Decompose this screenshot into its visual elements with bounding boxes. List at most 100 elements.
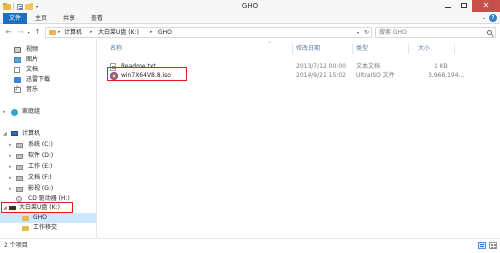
nav-item-computer[interactable]: ◢ 计算机 (0, 129, 96, 139)
tab-view[interactable]: 查看 (89, 13, 105, 24)
breadcrumb-separator[interactable]: ▸ (58, 28, 61, 37)
address-row: ← → ▾ ↑ ▸ 计算机 ▸ 大白菜U盘 (K:) ▸ GHO ▾ ↻ 搜索 … (0, 24, 500, 40)
search-placeholder: 搜索 GHO (379, 29, 407, 36)
folder-icon (49, 30, 56, 35)
column-header-modified[interactable]: 修改日期 (296, 44, 320, 54)
nav-item-label: 软件 (D:) (28, 152, 54, 159)
expand-arrow-icon[interactable]: ▸ (9, 184, 12, 194)
divider (292, 44, 293, 54)
nav-item-label: 家庭组 (22, 108, 41, 115)
breadcrumb-gho[interactable]: GHO (158, 28, 172, 37)
tab-share[interactable]: 共享 (61, 13, 77, 24)
drive-icon (16, 143, 23, 148)
column-header-type[interactable]: 类型 (356, 44, 368, 54)
divider (454, 44, 455, 54)
expand-arrow-icon[interactable]: ▸ (3, 107, 6, 117)
nav-item-label: 图片 (26, 56, 39, 63)
window-title: GHO (241, 2, 259, 10)
nav-item-label: GHO (33, 214, 47, 221)
expand-ribbon-icon[interactable]: ⌄ (482, 15, 486, 21)
drive-icon (16, 176, 23, 181)
sort-indicator-icon: ^ (268, 41, 272, 46)
maximize-button[interactable] (456, 0, 472, 12)
drive-icon (16, 187, 23, 192)
file-list-pane: ^ 名称 修改日期 类型 大小 Readme.txt 2013/7/12 00:… (98, 40, 500, 238)
nav-item-drive-f[interactable]: ▸ 文档 (F:) (0, 173, 96, 183)
navigation-pane: 视频 图片 文档 迅雷下载 音乐 ▸ 家庭组 ◢ 计算机 ▸ 系统 (C:) ▸… (0, 40, 97, 238)
ribbon-tabs: 文件 主页 共享 查看 ⌄ ? (0, 13, 500, 24)
nav-item-label: 工作 (E:) (28, 163, 53, 170)
maximize-icon (461, 3, 467, 8)
refresh-button[interactable]: ↻ (364, 28, 369, 37)
address-bar[interactable]: ▸ 计算机 ▸ 大白菜U盘 (K:) ▸ GHO ▾ ↻ (45, 27, 372, 38)
nav-item-drive-d[interactable]: ▸ 软件 (D:) (0, 151, 96, 161)
search-input[interactable]: 搜索 GHO (375, 27, 496, 38)
address-history-button[interactable]: ▾ (357, 28, 359, 37)
close-button[interactable]: ✕ (472, 0, 500, 12)
nav-item-label: 工作移交 (33, 224, 58, 231)
nav-item-label: 影视 (G:) (28, 185, 54, 192)
video-icon (14, 47, 21, 53)
nav-item-drive-c[interactable]: ▸ 系统 (C:) (0, 140, 96, 150)
close-icon: ✕ (482, 1, 490, 10)
divider (408, 44, 409, 54)
column-header-size[interactable]: 大小 (418, 44, 430, 54)
tab-home[interactable]: 主页 (33, 13, 49, 24)
minimize-button[interactable] (440, 0, 456, 12)
nav-item-documents[interactable]: 文档 (0, 65, 96, 75)
nav-item-gho-folder[interactable]: GHO (0, 213, 96, 223)
collapse-arrow-icon[interactable]: ◢ (3, 129, 7, 139)
file-type: UltraISO 文件 (356, 72, 395, 79)
search-icon (487, 30, 492, 35)
nav-item-handover-folder[interactable]: 工作移交 (0, 223, 96, 233)
homegroup-icon (11, 109, 18, 116)
breadcrumb-separator[interactable]: ▸ (150, 28, 153, 37)
back-button[interactable]: ← (4, 28, 13, 37)
nav-item-label: 文档 (F:) (28, 174, 52, 181)
recent-locations-button[interactable]: ▾ (26, 28, 31, 37)
tab-file[interactable]: 文件 (3, 13, 27, 24)
computer-icon (11, 131, 18, 136)
breadcrumb-usb-drive[interactable]: 大白菜U盘 (K:) (98, 28, 139, 37)
large-icons-view-icon[interactable] (489, 242, 497, 249)
nav-item-drive-e[interactable]: ▸ 工作 (E:) (0, 162, 96, 172)
folder-icon (22, 226, 29, 231)
drive-icon (16, 154, 23, 159)
breadcrumb-computer[interactable]: 计算机 (64, 28, 82, 37)
nav-item-videos[interactable]: 视频 (0, 45, 96, 55)
nav-item-homegroup[interactable]: ▸ 家庭组 (0, 107, 96, 117)
expand-arrow-icon[interactable]: ▸ (9, 151, 12, 161)
column-header-row: ^ 名称 修改日期 类型 大小 (98, 41, 500, 54)
breadcrumb-separator[interactable]: ▸ (90, 28, 93, 37)
document-icon (14, 67, 20, 73)
nav-item-label: 文档 (26, 66, 39, 73)
item-count: 2 个项目 (4, 242, 28, 249)
nav-item-thunder-downloads[interactable]: 迅雷下载 (0, 75, 96, 85)
nav-item-label: 系统 (C:) (28, 141, 53, 148)
status-bar: 2 个项目 (0, 238, 500, 253)
folder-icon (22, 216, 29, 221)
nav-item-music[interactable]: 音乐 (0, 85, 96, 95)
nav-item-pictures[interactable]: 图片 (0, 55, 96, 65)
expand-arrow-icon[interactable]: ▸ (9, 140, 12, 150)
nav-highlight-box (1, 202, 73, 213)
forward-button[interactable]: → (16, 28, 25, 37)
column-header-name[interactable]: 名称 (110, 44, 122, 54)
expand-arrow-icon[interactable]: ▸ (9, 173, 12, 183)
music-icon (14, 85, 21, 93)
picture-icon (14, 57, 21, 63)
minimize-icon (445, 7, 451, 8)
expand-arrow-icon[interactable]: ▸ (9, 162, 12, 172)
window-controls: ✕ (440, 0, 500, 13)
nav-item-label: 视频 (26, 46, 39, 53)
file-highlight-box (107, 67, 187, 81)
up-button[interactable]: ↑ (33, 28, 42, 37)
drive-icon (16, 165, 23, 170)
nav-item-drive-g[interactable]: ▸ 影视 (G:) (0, 184, 96, 194)
download-icon (14, 77, 21, 83)
nav-item-label: 音乐 (26, 86, 39, 93)
divider (352, 44, 353, 54)
help-icon[interactable]: ? (489, 14, 497, 22)
nav-item-label: 计算机 (22, 130, 41, 137)
details-view-icon[interactable] (478, 242, 486, 249)
